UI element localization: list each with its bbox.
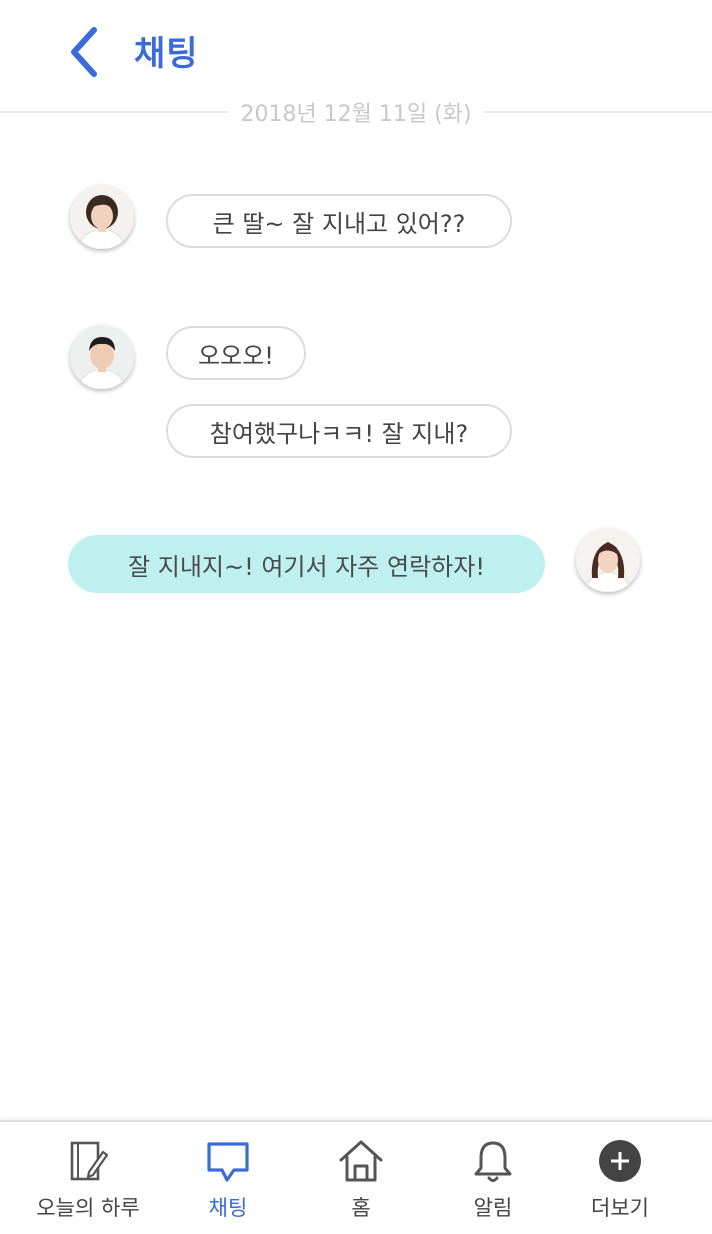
nav-item-notifications[interactable]: 알림: [428, 1122, 558, 1234]
divider-line: [483, 111, 712, 113]
nav-label: 오늘의 하루: [36, 1196, 140, 1220]
page-title: 채팅: [134, 34, 199, 74]
plus-circle-icon: [599, 1140, 641, 1182]
nav-item-chat[interactable]: 채팅: [163, 1122, 293, 1234]
message-bubble: 오오오!: [166, 326, 306, 380]
man-avatar[interactable]: [70, 325, 134, 389]
nav-item-more[interactable]: 더보기: [555, 1122, 685, 1234]
my-message-bubble: 잘 지내지~! 여기서 자주 연락하자!: [68, 535, 545, 593]
bell-icon: [474, 1141, 512, 1182]
nav-label: 채팅: [208, 1196, 248, 1220]
nav-item-today[interactable]: 오늘의 하루: [23, 1122, 153, 1234]
woman-older-avatar[interactable]: [70, 185, 134, 249]
message-bubble: 참여했구나ㅋㅋ! 잘 지내?: [166, 404, 512, 458]
home-icon: [339, 1140, 383, 1182]
header: 채팅: [0, 0, 712, 96]
divider-line: [0, 111, 229, 113]
date-label: 2018년 12월 11일 (화): [240, 102, 472, 127]
back-button[interactable]: [58, 22, 108, 82]
bottom-navigation: 오늘의 하루 채팅 홈 알림 더보기: [0, 1120, 712, 1234]
chat-bubble-icon: [207, 1142, 249, 1182]
nav-label: 홈: [351, 1196, 371, 1220]
nav-label: 알림: [473, 1196, 513, 1220]
nav-item-home[interactable]: 홈: [296, 1122, 426, 1234]
woman-young-avatar[interactable]: [576, 528, 640, 592]
message-bubble: 큰 딸~ 잘 지내고 있어??: [166, 194, 512, 248]
notebook-pencil-icon: [70, 1141, 109, 1181]
date-divider: 2018년 12월 11일 (화): [0, 94, 712, 130]
nav-label: 더보기: [591, 1196, 649, 1220]
chevron-left-icon: [71, 27, 97, 77]
